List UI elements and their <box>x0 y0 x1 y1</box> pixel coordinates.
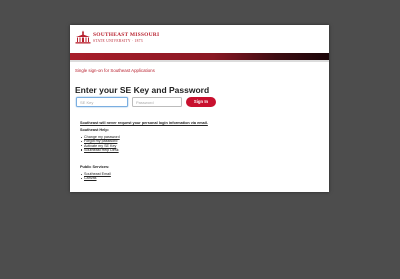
page-title: Enter your SE Key and Password <box>75 85 210 95</box>
login-card: SOUTHEAST MISSOURI STATE UNIVERSITY · 18… <box>70 25 329 192</box>
help-links: Change my password Forgot my password Ac… <box>81 135 120 152</box>
phishing-warning: Southeast will never request your person… <box>80 121 208 125</box>
help-desk-link[interactable]: Southeast Help Desk <box>84 148 119 152</box>
academic-hall-icon <box>75 30 91 44</box>
services-links: Southeast Email Canvas <box>81 172 111 181</box>
canvas-link[interactable]: Canvas <box>84 176 97 180</box>
list-item: Canvas <box>81 176 111 180</box>
header-banner <box>70 53 329 60</box>
logo-name: SOUTHEAST MISSOURI <box>93 32 160 38</box>
university-logo: SOUTHEAST MISSOURI STATE UNIVERSITY · 18… <box>75 30 159 44</box>
logo-tagline: STATE UNIVERSITY · 1873 <box>93 38 143 43</box>
banner-divider <box>70 60 329 62</box>
sso-subtitle: Single sign-on for Southeast Application… <box>75 68 155 73</box>
sign-in-button[interactable]: Sign In <box>186 97 216 107</box>
password-input[interactable] <box>132 97 182 107</box>
help-section-title: Southeast Help: <box>80 128 109 132</box>
services-section-title: Public Services: <box>80 165 110 169</box>
list-item: Southeast Help Desk <box>81 148 120 152</box>
se-key-input[interactable] <box>76 97 128 107</box>
